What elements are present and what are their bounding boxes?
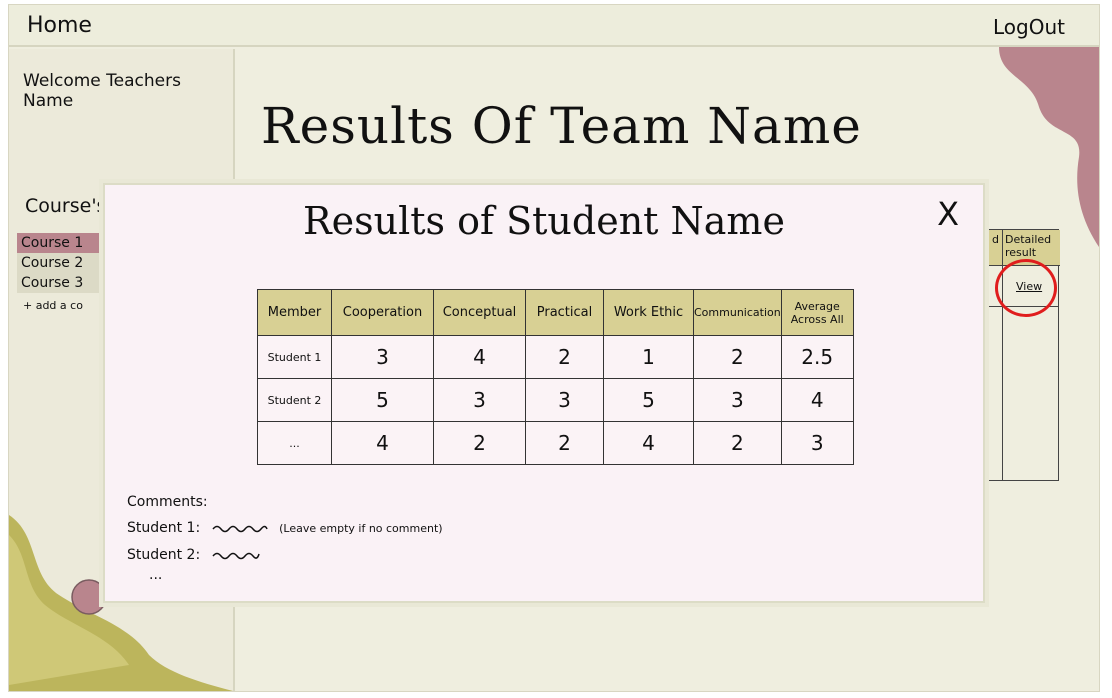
table-cell: 1 xyxy=(603,335,694,379)
logout-link[interactable]: LogOut xyxy=(993,15,1065,39)
add-course-link[interactable]: + add a co xyxy=(23,299,83,312)
column-header-member: Member xyxy=(257,289,332,336)
home-link[interactable]: Home xyxy=(27,13,92,38)
table-cell: 2 xyxy=(693,421,782,465)
column-header-conceptual: Conceptual xyxy=(433,289,526,336)
table-cell: 3 xyxy=(331,335,434,379)
table-cell: ... xyxy=(257,421,332,465)
table-cell: 4 xyxy=(780,378,854,422)
table-row: Student 1 3 4 2 1 2 2.5 xyxy=(257,335,854,379)
comments-title: Comments: xyxy=(127,494,208,510)
comment-line-student-2: Student 2: xyxy=(127,542,443,568)
welcome-text: Welcome Teachers Name xyxy=(23,71,181,111)
app-window: Home LogOut Welcome Teachers Name Course… xyxy=(8,4,1100,692)
column-header-work-ethic: Work Ethic xyxy=(603,289,694,336)
table-cell: 4 xyxy=(331,421,434,465)
sidebar-item-course-2[interactable]: Course 2 xyxy=(17,253,117,273)
table-cell: 2 xyxy=(693,335,782,379)
table-cell: 4 xyxy=(603,421,694,465)
table-divider xyxy=(1002,230,1003,480)
top-bar: Home LogOut xyxy=(9,5,1099,47)
comments-section: Comments: Student 1: (Leave empty if no … xyxy=(127,489,443,582)
table-cell: Student 2 xyxy=(257,378,332,422)
table-cell: 2 xyxy=(433,421,526,465)
table-cell: 4 xyxy=(433,335,526,379)
column-header-average: Average Across All xyxy=(780,289,854,336)
sidebar-item-course-1[interactable]: Course 1 xyxy=(17,233,117,253)
comment-hint: (Leave empty if no comment) xyxy=(279,522,443,535)
table-row: ... 4 2 2 4 2 3 xyxy=(257,421,854,465)
student-results-table: Member Cooperation Conceptual Practical … xyxy=(257,289,854,465)
comment-text-squiggle[interactable] xyxy=(211,523,269,533)
page-title: Results Of Team Name xyxy=(261,97,862,155)
modal-title: Results of Student Name xyxy=(303,199,785,243)
courses-title: Course's xyxy=(25,195,107,217)
student-results-modal: Results of Student Name X Member Coopera… xyxy=(103,183,985,603)
view-detailed-result-link[interactable]: View xyxy=(1016,280,1042,293)
table-cell: 2.5 xyxy=(780,335,854,379)
table-row: Student 2 5 3 3 5 3 4 xyxy=(257,378,854,422)
table-cell: 2 xyxy=(525,421,604,465)
table-cell: 5 xyxy=(603,378,694,422)
table-cell: 3 xyxy=(780,421,854,465)
comment-label: Student 2: xyxy=(127,547,201,563)
column-header-communication: Communication xyxy=(693,289,782,336)
decorative-blob xyxy=(999,47,1099,247)
close-button[interactable]: X xyxy=(937,195,959,233)
column-header-practical: Practical xyxy=(525,289,604,336)
table-header-row: Member Cooperation Conceptual Practical … xyxy=(257,289,854,336)
table-cell: 3 xyxy=(693,378,782,422)
comment-label: Student 1: xyxy=(127,520,201,536)
table-cell: 3 xyxy=(433,378,526,422)
comment-line-student-1: Student 1: (Leave empty if no comment) xyxy=(127,515,443,542)
table-cell: 3 xyxy=(525,378,604,422)
sidebar-item-course-3[interactable]: Course 3 xyxy=(17,273,117,293)
table-cell: 5 xyxy=(331,378,434,422)
comment-text-squiggle[interactable] xyxy=(211,550,261,560)
comment-ellipsis: ... xyxy=(149,567,163,583)
column-header-cooperation: Cooperation xyxy=(331,289,434,336)
table-cell: Student 1 xyxy=(257,335,332,379)
table-cell: 2 xyxy=(525,335,604,379)
